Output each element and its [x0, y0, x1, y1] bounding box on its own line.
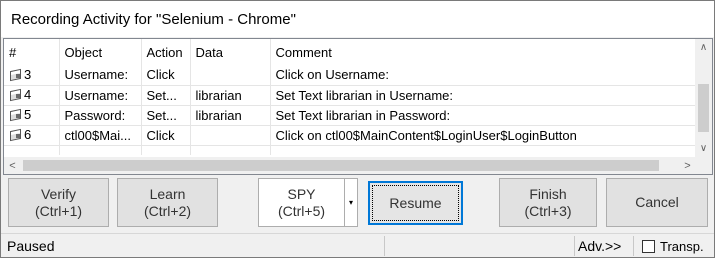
cancel-button[interactable]: Cancel: [606, 178, 708, 227]
action-cell: Set...: [141, 105, 191, 126]
scroll-down-icon[interactable]: ∨: [695, 140, 712, 157]
learn-button[interactable]: Learn (Ctrl+2): [117, 178, 218, 227]
recorded-steps-grid[interactable]: # Object Action Data Comment 3 Username:…: [3, 38, 713, 175]
row-number: 5: [24, 107, 32, 122]
horizontal-scroll-thumb[interactable]: [23, 160, 659, 171]
steps-table: # Object Action Data Comment 3 Username:…: [4, 39, 697, 155]
verify-button-label: Verify: [40, 185, 76, 202]
status-text: Paused: [7, 238, 55, 254]
spy-dropdown-button[interactable]: ▾: [344, 178, 358, 227]
object-cell: Username:: [59, 65, 142, 86]
transparent-checkbox[interactable]: Transp.: [642, 234, 712, 258]
transparent-label: Transp.: [660, 238, 704, 254]
horizontal-scrollbar[interactable]: < >: [4, 157, 696, 174]
recorded-step-icon: [9, 109, 21, 120]
table-row[interactable]: 4 Username: Set... librarian Set Text li…: [4, 85, 697, 106]
learn-button-shortcut: (Ctrl+2): [143, 202, 192, 219]
spy-button-shortcut: (Ctrl+5): [277, 202, 326, 219]
verify-button-shortcut: (Ctrl+1): [34, 202, 83, 219]
resume-button[interactable]: Resume: [368, 181, 463, 225]
row-number-cell: 5: [4, 105, 60, 126]
grid-header-row: # Object Action Data Comment: [4, 39, 697, 65]
status-separator: [633, 236, 634, 256]
column-header-number[interactable]: #: [4, 39, 60, 65]
status-separator: [384, 236, 385, 256]
finish-button-label: Finish: [529, 185, 567, 202]
finish-button-shortcut: (Ctrl+3): [524, 202, 572, 219]
advanced-toggle[interactable]: Adv.>>: [578, 234, 630, 258]
column-header-comment[interactable]: Comment: [270, 39, 697, 65]
window-title-bar: Recording Activity for "Selenium - Chrom…: [1, 1, 714, 37]
chevron-down-icon: ▾: [348, 198, 353, 207]
scroll-right-icon[interactable]: >: [679, 157, 696, 174]
action-cell: Click: [141, 125, 191, 146]
comment-cell: Set Text librarian in Password:: [270, 105, 697, 126]
table-row[interactable]: 5 Password: Set... librarian Set Text li…: [4, 105, 697, 126]
scrollbar-corner: [695, 157, 712, 174]
focus-rectangle: [372, 185, 459, 221]
table-row[interactable]: 3 Username: Click Click on Username:: [4, 65, 697, 86]
window-title: Recording Activity for "Selenium - Chrom…: [11, 10, 296, 28]
vertical-scrollbar[interactable]: ∧ ∨: [695, 39, 712, 157]
scroll-up-icon[interactable]: ∧: [695, 39, 712, 56]
data-cell: [190, 125, 271, 146]
row-number-cell: 6: [4, 125, 60, 146]
row-number: 3: [24, 66, 32, 82]
object-cell: Username:: [59, 85, 142, 106]
recorded-step-icon: [9, 89, 21, 100]
row-number-cell: 3: [4, 65, 60, 86]
comment-cell: Click on Username:: [270, 65, 697, 86]
row-number: 6: [24, 127, 32, 142]
column-header-data[interactable]: Data: [190, 39, 271, 65]
column-header-action[interactable]: Action: [141, 39, 191, 65]
data-cell: [190, 65, 271, 86]
comment-cell: Set Text librarian in Username:: [270, 85, 697, 106]
finish-button[interactable]: Finish (Ctrl+3): [499, 178, 597, 227]
recording-activity-window: Recording Activity for "Selenium - Chrom…: [0, 0, 715, 258]
comment-cell: Click on ctl00$MainContent$LoginUser$Log…: [270, 125, 697, 146]
verify-button[interactable]: Verify (Ctrl+1): [8, 178, 109, 227]
scroll-left-icon[interactable]: <: [4, 157, 21, 174]
object-cell: ctl00$Mai...: [59, 125, 142, 146]
recorded-step-icon: [9, 129, 21, 140]
cancel-button-label: Cancel: [635, 194, 679, 210]
data-cell: librarian: [190, 105, 271, 126]
column-header-object[interactable]: Object: [59, 39, 142, 65]
action-cell: Click: [141, 65, 191, 86]
spy-button[interactable]: SPY (Ctrl+5): [258, 178, 345, 227]
row-number-cell: 4: [4, 85, 60, 106]
object-cell: Password:: [59, 105, 142, 126]
recorded-step-icon: [9, 69, 21, 80]
vertical-scroll-thumb[interactable]: [698, 84, 709, 132]
data-cell: librarian: [190, 85, 271, 106]
checkbox-icon[interactable]: [642, 239, 655, 253]
row-number: 4: [24, 87, 32, 102]
status-separator: [574, 236, 575, 256]
action-cell: Set...: [141, 85, 191, 106]
status-bar: Paused Adv.>> Transp.: [1, 233, 714, 257]
spy-button-label: SPY: [287, 185, 316, 202]
table-row-partial: [4, 145, 697, 155]
table-row[interactable]: 6 ctl00$Mai... Click Click on ctl00$Main…: [4, 125, 697, 146]
learn-button-label: Learn: [149, 185, 186, 202]
